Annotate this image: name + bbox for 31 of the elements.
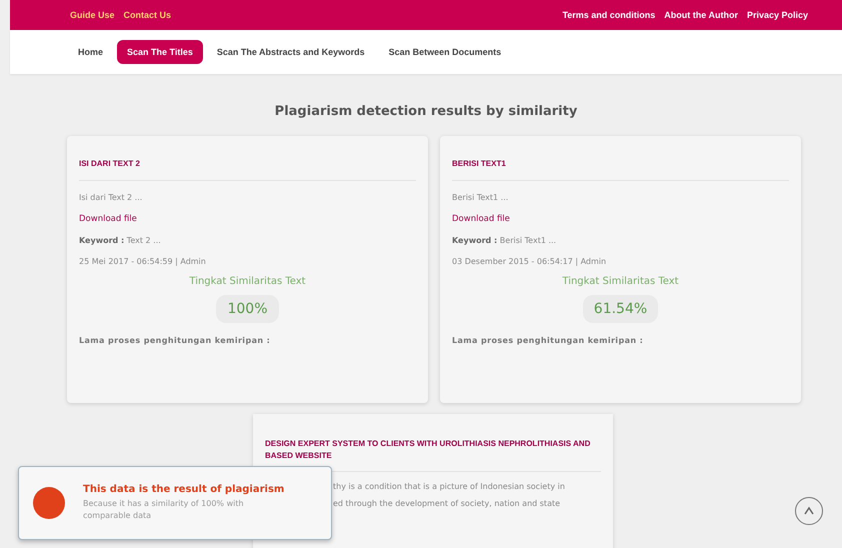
similarity-label: Tingkat Similaritas Text xyxy=(188,276,307,287)
similarity-label: Tingkat Similaritas Text xyxy=(561,276,680,287)
excerpt-text: Isi dari Text 2 ... xyxy=(79,192,144,202)
toast-title: This data is the result of plagiarism xyxy=(83,484,284,496)
top-link[interactable]: About the Author xyxy=(664,10,738,20)
top-link[interactable]: Privacy Policy xyxy=(746,10,808,20)
excerpt-text: Berisi Text1 ... xyxy=(452,192,510,202)
scroll-top-button[interactable] xyxy=(795,497,823,525)
abstract-text: ed through the development of society, nation and state xyxy=(332,499,562,508)
toast-message: Because it has a similarity of 100% with comparable data xyxy=(83,498,245,522)
nav-tab[interactable]: Scan The Abstracts and Keywords xyxy=(206,40,375,64)
nav-tab[interactable]: Home xyxy=(68,40,114,64)
card-title: ISI DARI TEXT 2 xyxy=(79,158,416,181)
top-link[interactable]: Guide Use xyxy=(70,10,115,20)
keyword-text: Keyword : Text 2 ... xyxy=(79,236,162,245)
download-link[interactable]: Download file xyxy=(452,214,789,224)
download-link[interactable]: Download file xyxy=(79,214,416,224)
card-title: BERISI TEXT1 xyxy=(452,158,789,181)
nav-tab[interactable]: Scan Between Documents xyxy=(378,40,512,64)
similarity-value: 61.54% xyxy=(582,294,658,323)
duration-label: Lama proses penghitungan kemiripan : xyxy=(452,336,644,345)
similarity-value: 100% xyxy=(216,294,279,323)
page-heading: Plagiarism detection results by similarity xyxy=(274,104,578,119)
top-link[interactable]: Contact Us xyxy=(124,10,172,20)
date-author-text: 25 Mei 2017 - 06:54:59 | Admin xyxy=(79,256,207,266)
date-author-text: 03 Desember 2015 - 06:54:17 | Admin xyxy=(452,256,608,266)
nav-tab[interactable]: Scan The Titles xyxy=(117,40,203,64)
top-link[interactable]: Terms and conditions xyxy=(562,10,656,20)
keyword-text: Keyword : Berisi Text1 ... xyxy=(452,236,558,245)
caret-up-icon xyxy=(803,506,815,516)
duration-label: Lama proses penghitungan kemiripan : xyxy=(79,336,272,345)
